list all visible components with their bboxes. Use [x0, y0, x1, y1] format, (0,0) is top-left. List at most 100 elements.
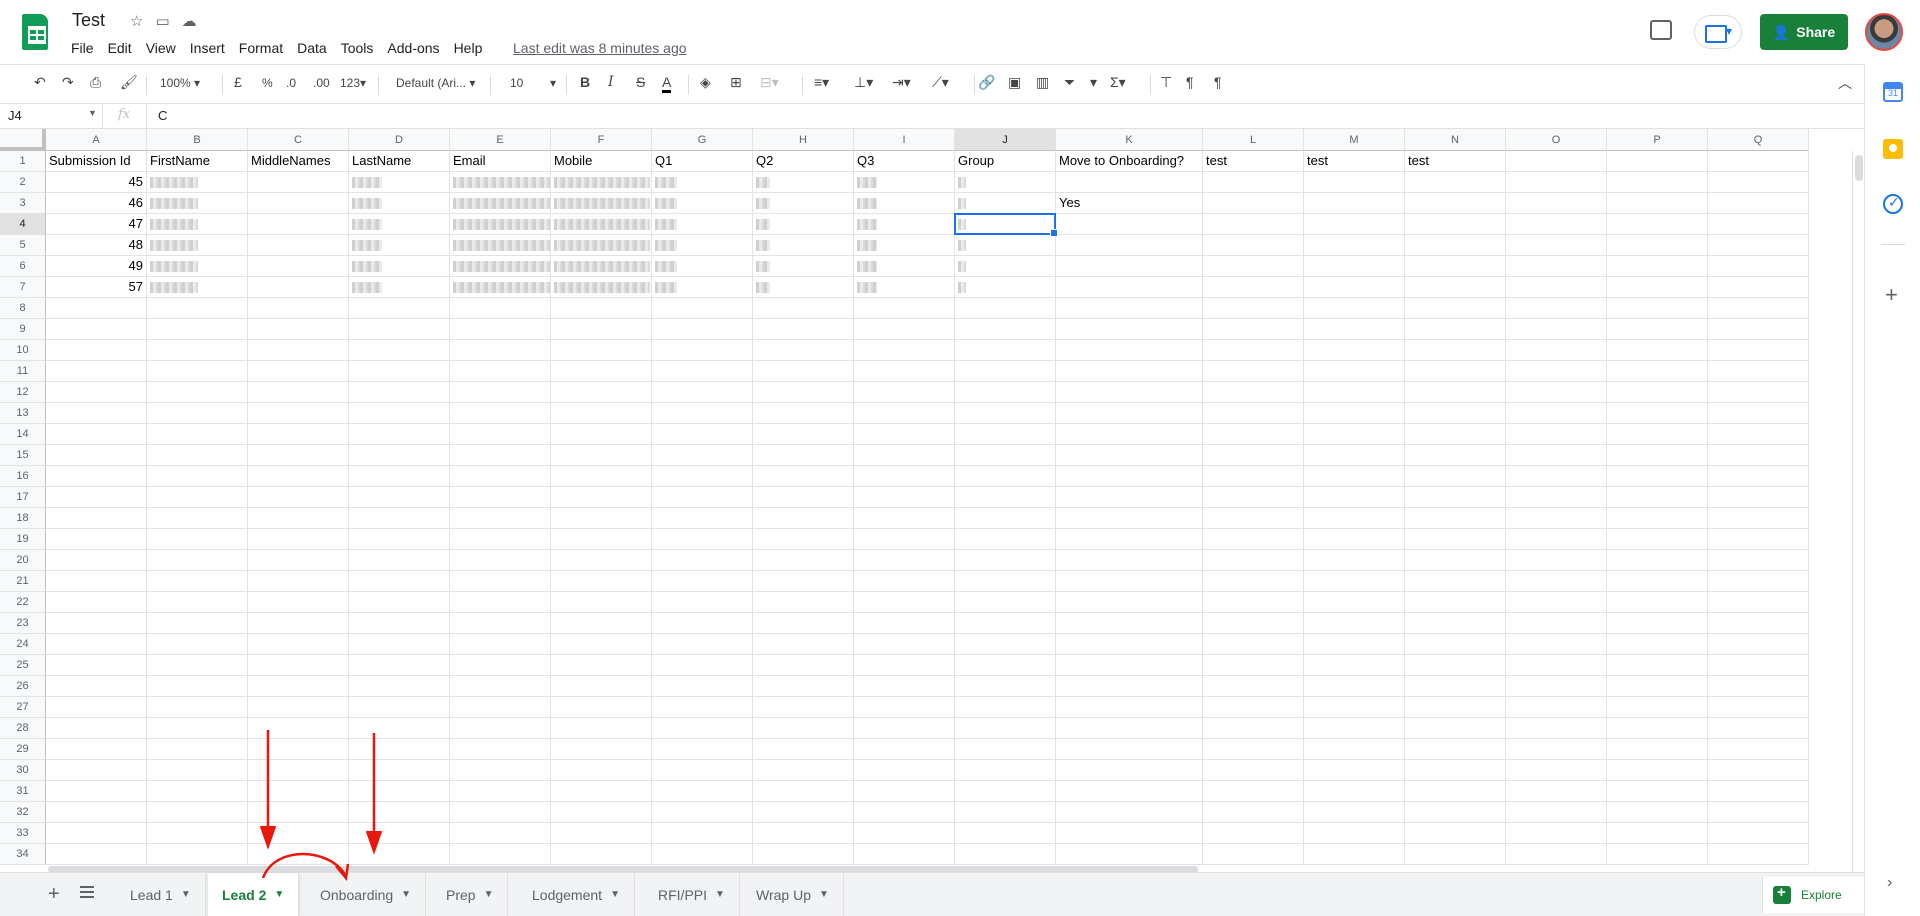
cell-c4[interactable] [248, 214, 349, 235]
cell-i3[interactable] [854, 193, 955, 214]
cell-n2[interactable] [1405, 172, 1506, 193]
fill-color-icon[interactable]: ◈ [700, 74, 711, 91]
cell-e17[interactable] [450, 487, 551, 508]
filter-icon[interactable]: ⏷ [1064, 74, 1075, 91]
cell-m13[interactable] [1304, 403, 1405, 424]
cell-b15[interactable] [147, 445, 248, 466]
cell-j12[interactable] [955, 382, 1056, 403]
cell-q20[interactable] [1708, 550, 1809, 571]
column-header-k[interactable]: K [1056, 129, 1203, 151]
cell-b29[interactable] [147, 739, 248, 760]
cell-m21[interactable] [1304, 571, 1405, 592]
cell-i22[interactable] [854, 592, 955, 613]
cell-k18[interactable] [1056, 508, 1203, 529]
cell-g31[interactable] [652, 781, 753, 802]
cell-c12[interactable] [248, 382, 349, 403]
cell-f3[interactable] [551, 193, 652, 214]
cell-j2[interactable] [955, 172, 1056, 193]
cell-l26[interactable] [1203, 676, 1304, 697]
cell-g14[interactable] [652, 424, 753, 445]
cell-c31[interactable] [248, 781, 349, 802]
row-header-21[interactable]: 21 [0, 571, 46, 592]
more-formats-button[interactable]: 123▾ [340, 76, 366, 90]
cell-k3[interactable]: Yes [1056, 193, 1203, 214]
cell-n3[interactable] [1405, 193, 1506, 214]
cell-h14[interactable] [753, 424, 854, 445]
cell-o14[interactable] [1506, 424, 1607, 445]
cell-g12[interactable] [652, 382, 753, 403]
cell-j33[interactable] [955, 823, 1056, 844]
cell-n27[interactable] [1405, 697, 1506, 718]
cell-m18[interactable] [1304, 508, 1405, 529]
cell-j30[interactable] [955, 760, 1056, 781]
cell-k7[interactable] [1056, 277, 1203, 298]
cell-a5[interactable]: 48 [46, 235, 147, 256]
cell-j13[interactable] [955, 403, 1056, 424]
cell-m7[interactable] [1304, 277, 1405, 298]
cell-e18[interactable] [450, 508, 551, 529]
name-box[interactable]: J4 [8, 108, 98, 123]
row-header-6[interactable]: 6 [0, 256, 46, 277]
cell-h9[interactable] [753, 319, 854, 340]
cell-o21[interactable] [1506, 571, 1607, 592]
menu-view[interactable]: View [139, 38, 183, 58]
cell-c21[interactable] [248, 571, 349, 592]
cell-l33[interactable] [1203, 823, 1304, 844]
formula-input[interactable]: C [158, 108, 167, 123]
cell-o4[interactable] [1506, 214, 1607, 235]
cell-o31[interactable] [1506, 781, 1607, 802]
cell-l20[interactable] [1203, 550, 1304, 571]
row-header-29[interactable]: 29 [0, 739, 46, 760]
cell-h27[interactable] [753, 697, 854, 718]
cell-p17[interactable] [1607, 487, 1708, 508]
cell-a31[interactable] [46, 781, 147, 802]
cell-d14[interactable] [349, 424, 450, 445]
cell-j16[interactable] [955, 466, 1056, 487]
cell-c26[interactable] [248, 676, 349, 697]
cell-i13[interactable] [854, 403, 955, 424]
select-all-corner[interactable] [0, 129, 46, 151]
cell-m20[interactable] [1304, 550, 1405, 571]
share-button[interactable]: 👤 Share [1760, 14, 1848, 50]
cell-o20[interactable] [1506, 550, 1607, 571]
cell-d3[interactable] [349, 193, 450, 214]
cell-f32[interactable] [551, 802, 652, 823]
cell-h2[interactable] [753, 172, 854, 193]
cell-f22[interactable] [551, 592, 652, 613]
insert-link-icon[interactable]: 🔗 [978, 74, 995, 91]
cell-h29[interactable] [753, 739, 854, 760]
cell-e29[interactable] [450, 739, 551, 760]
cell-m25[interactable] [1304, 655, 1405, 676]
cell-c28[interactable] [248, 718, 349, 739]
cell-b31[interactable] [147, 781, 248, 802]
cell-g7[interactable] [652, 277, 753, 298]
cell-j11[interactable] [955, 361, 1056, 382]
cell-h32[interactable] [753, 802, 854, 823]
cell-c8[interactable] [248, 298, 349, 319]
cell-i30[interactable] [854, 760, 955, 781]
cell-i8[interactable] [854, 298, 955, 319]
cell-c6[interactable] [248, 256, 349, 277]
cell-m34[interactable] [1304, 844, 1405, 865]
cell-i26[interactable] [854, 676, 955, 697]
cell-c33[interactable] [248, 823, 349, 844]
cell-n15[interactable] [1405, 445, 1506, 466]
cell-d16[interactable] [349, 466, 450, 487]
cell-f29[interactable] [551, 739, 652, 760]
cell-k29[interactable] [1056, 739, 1203, 760]
cell-a13[interactable] [46, 403, 147, 424]
cell-k26[interactable] [1056, 676, 1203, 697]
cell-a29[interactable] [46, 739, 147, 760]
cell-j14[interactable] [955, 424, 1056, 445]
cell-l12[interactable] [1203, 382, 1304, 403]
cell-a27[interactable] [46, 697, 147, 718]
cell-p9[interactable] [1607, 319, 1708, 340]
column-header-j[interactable]: J [955, 129, 1056, 151]
column-header-a[interactable]: A [46, 129, 147, 151]
cell-o1[interactable] [1506, 151, 1607, 172]
add-sheet-icon[interactable]: + [48, 883, 60, 906]
cell-j17[interactable] [955, 487, 1056, 508]
cell-d28[interactable] [349, 718, 450, 739]
cell-e7[interactable] [450, 277, 551, 298]
cell-l30[interactable] [1203, 760, 1304, 781]
